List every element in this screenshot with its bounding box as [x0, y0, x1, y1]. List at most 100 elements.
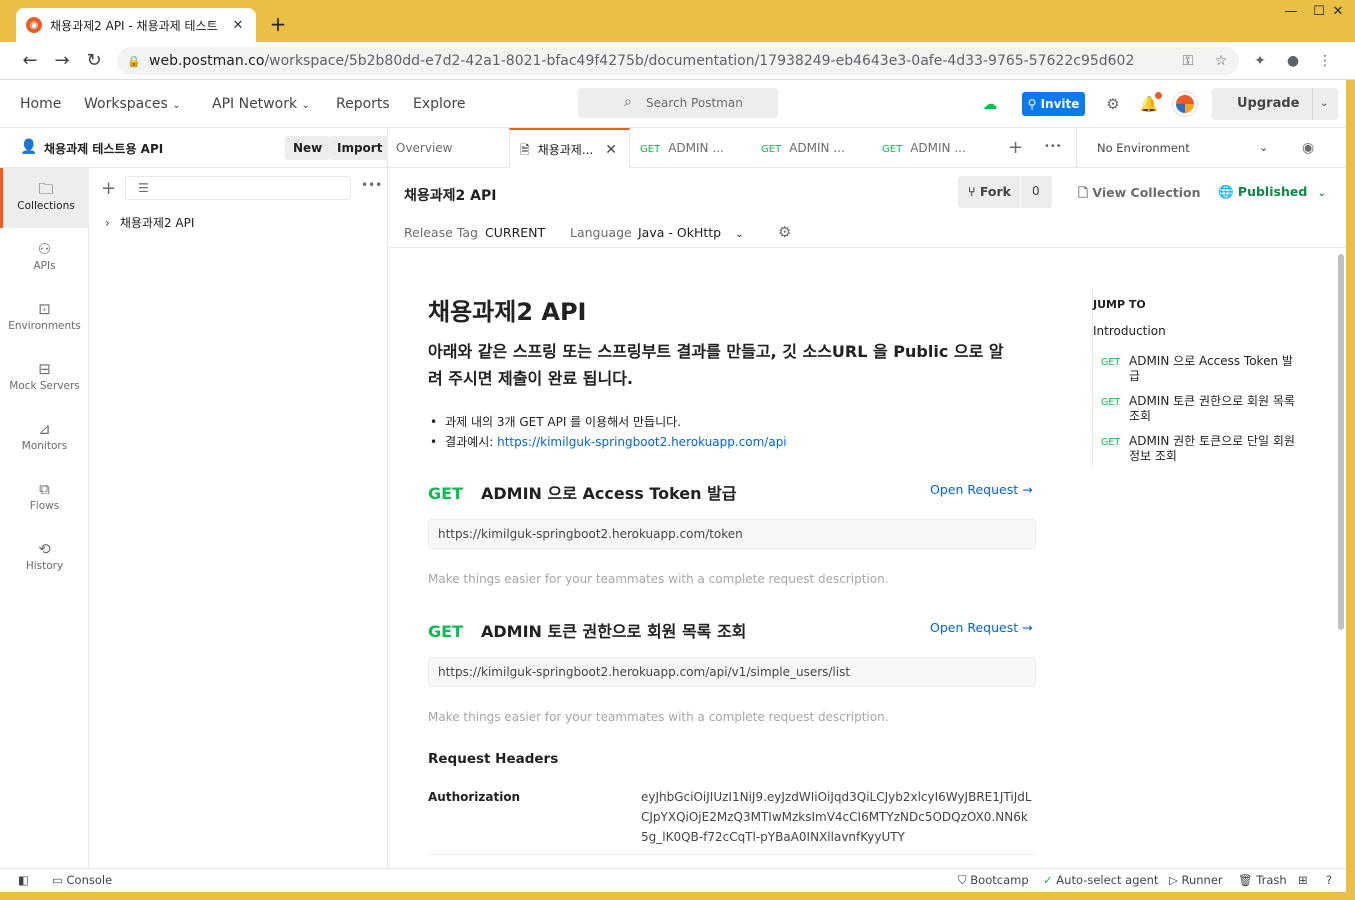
- doc-toolbar: 채용과제2 API ⑂ Fork 0 🗋 View Collection 🌐 P…: [388, 168, 1346, 248]
- add-collection-icon[interactable]: +: [101, 178, 116, 199]
- chevron-right-icon[interactable]: ›: [105, 216, 110, 230]
- nav-home[interactable]: Home: [20, 96, 61, 112]
- fork-count: 0: [1032, 184, 1040, 198]
- sidebar-item-environments[interactable]: ⊡ Environments: [0, 288, 89, 348]
- new-tab-button[interactable]: +: [266, 12, 290, 36]
- sidebar-item-flows[interactable]: ⧉ Flows: [0, 468, 89, 528]
- endpoint-name: ADMIN 으로 Access Token 발급: [480, 484, 737, 503]
- eye-icon[interactable]: ◉: [1302, 128, 1314, 168]
- add-tab-icon[interactable]: +: [1008, 137, 1023, 158]
- open-request-link[interactable]: Open Request →: [930, 620, 1033, 635]
- documentation-content: 채용과제2 API 아래와 같은 스프링 또는 스프링부트 결과를 만들고, 깃…: [388, 248, 1346, 868]
- sidebar-item-history[interactable]: ⟲ History: [0, 528, 89, 588]
- sidebar-item-apis[interactable]: ⚇ APIs: [0, 228, 89, 288]
- collection-name: 채용과제2 API: [119, 216, 195, 230]
- sidebar-item-mock-servers[interactable]: ⊟ Mock Servers: [0, 348, 89, 408]
- collection-item[interactable]: › 채용과제2 API: [105, 214, 194, 231]
- settings-gear-icon[interactable]: ⚙: [778, 223, 791, 241]
- tab-request-2[interactable]: GET ADMIN ...: [753, 128, 873, 168]
- postman-favicon-icon: ◉: [26, 17, 42, 33]
- chevron-down-icon[interactable]: ⌄: [1320, 88, 1328, 120]
- fork-button[interactable]: ⑂ Fork 0: [958, 176, 1052, 208]
- nav-workspaces[interactable]: Workspaces ⌄: [84, 96, 181, 112]
- jump-to-heading: JUMP TO: [1093, 298, 1146, 311]
- url-host: web.postman.co: [149, 53, 265, 69]
- collections-icon: 🗀: [38, 180, 54, 198]
- console-button[interactable]: ▭ Console: [52, 873, 112, 887]
- layout-icon[interactable]: ⊞: [1298, 873, 1308, 887]
- extensions-puzzle-icon[interactable]: ✦: [1250, 52, 1270, 70]
- scrollbar-thumb[interactable]: [1338, 254, 1344, 630]
- browser-tab[interactable]: ◉ 채용과제2 API - 채용과제 테스트 ✕: [16, 8, 256, 42]
- bookmark-star-icon[interactable]: ☆: [1211, 52, 1231, 70]
- request-url[interactable]: https://kimilguk-springboot2.herokuapp.c…: [428, 657, 1036, 687]
- lock-icon: 🔒: [127, 54, 141, 68]
- runner-icon: ▷: [1169, 873, 1182, 887]
- check-circle-icon: ✓: [1043, 873, 1057, 887]
- endpoint-title: GET ADMIN 으로 Access Token 발급: [428, 480, 737, 504]
- open-request-link[interactable]: Open Request →: [930, 482, 1033, 497]
- close-window-button[interactable]: ✕: [1323, 4, 1353, 20]
- nav-reports[interactable]: Reports: [336, 96, 390, 112]
- reload-icon[interactable]: ↻: [83, 50, 105, 72]
- settings-gear-icon[interactable]: ⚙: [1103, 94, 1123, 114]
- agent-select-button[interactable]: ✓ Auto-select agent: [1043, 873, 1158, 887]
- search-input[interactable]: ⌕ Search Postman: [578, 88, 778, 118]
- new-button[interactable]: New: [285, 136, 331, 160]
- more-options-icon[interactable]: •••: [361, 178, 382, 192]
- sync-cloud-icon[interactable]: ☁: [980, 94, 1000, 114]
- jump-item[interactable]: GET ADMIN 토큰 권한으로 회원 목록 조회: [1101, 394, 1301, 424]
- postman-header: Home Workspaces ⌄ API Network ⌄ Reports …: [0, 80, 1355, 128]
- close-tab-icon[interactable]: ✕: [605, 130, 617, 169]
- sidebar-toggle-icon[interactable]: ◧: [18, 873, 29, 887]
- language-select[interactable]: Java - OkHttp ⌄: [638, 225, 743, 240]
- chevron-down-icon: ⌄: [172, 100, 181, 111]
- more-tabs-icon[interactable]: •••: [1044, 141, 1062, 152]
- sidebar-item-monitors[interactable]: ⊿ Monitors: [0, 408, 89, 468]
- back-arrow-icon[interactable]: ←: [19, 50, 41, 72]
- profile-icon[interactable]: ●: [1283, 52, 1303, 70]
- forward-arrow-icon[interactable]: →: [51, 50, 73, 72]
- environment-select[interactable]: No Environment ⌄ ◉: [1076, 128, 1355, 168]
- divider: [1312, 88, 1313, 120]
- tab-request-3[interactable]: GET ADMIN ...: [874, 128, 994, 168]
- chrome-menu-icon[interactable]: ⋮: [1315, 52, 1335, 70]
- nav-explore[interactable]: Explore: [413, 96, 466, 112]
- example-link[interactable]: https://kimilguk-springboot2.herokuapp.c…: [497, 435, 787, 449]
- view-collection-button[interactable]: 🗋 View Collection: [1078, 184, 1201, 205]
- published-dropdown[interactable]: 🌐 Published ⌄: [1218, 184, 1326, 200]
- invite-button[interactable]: ⚲ Invite: [1022, 92, 1085, 116]
- add-user-icon: ⚲: [1027, 97, 1041, 111]
- filter-icon: ☰: [138, 181, 149, 195]
- workspace-name[interactable]: 채용과제 테스트용 API: [44, 140, 163, 157]
- upgrade-button[interactable]: Upgrade ⌄: [1212, 88, 1338, 120]
- tab-request-1[interactable]: GET ADMIN ...: [632, 128, 752, 168]
- endpoint-name: ADMIN 토큰 권한으로 회원 목록 조회: [480, 622, 747, 641]
- key-icon[interactable]: ⚿: [1178, 52, 1198, 70]
- bootcamp-button[interactable]: ⛉ Bootcamp: [958, 873, 1029, 888]
- scrollbar[interactable]: [1337, 248, 1346, 868]
- fork-label: ⑂ Fork: [968, 184, 1011, 199]
- jump-item[interactable]: GET ADMIN 권한 토큰으로 단일 회원 정보 조회: [1101, 434, 1301, 464]
- release-tag-value[interactable]: CURRENT: [485, 225, 545, 240]
- nav-api-network[interactable]: API Network ⌄: [212, 96, 310, 112]
- avatar[interactable]: [1173, 92, 1197, 116]
- close-tab-icon[interactable]: ✕: [230, 18, 246, 33]
- tab-documentation-active[interactable]: 🗎 채용과제... ✕: [509, 128, 630, 169]
- trash-button[interactable]: 🗑 Trash: [1238, 873, 1287, 887]
- address-bar[interactable]: 🔒 web.postman.co/workspace/5b2b80dd-e7d2…: [117, 47, 1239, 75]
- filter-input[interactable]: ☰: [125, 176, 351, 200]
- import-button[interactable]: Import: [329, 136, 391, 160]
- tab-label: ADMIN ...: [668, 141, 724, 155]
- request-url[interactable]: https://kimilguk-springboot2.herokuapp.c…: [428, 519, 1036, 549]
- jump-item[interactable]: GET ADMIN 으로 Access Token 발급: [1101, 354, 1301, 384]
- method-badge: GET: [428, 622, 463, 641]
- tab-overview[interactable]: Overview: [388, 128, 508, 168]
- runner-button[interactable]: ▷ Runner: [1169, 873, 1223, 887]
- help-icon[interactable]: ?: [1326, 873, 1332, 887]
- mock-servers-icon: ⊟: [38, 360, 51, 378]
- minimize-window-button[interactable]: —: [1276, 4, 1306, 20]
- jump-introduction-link[interactable]: Introduction: [1093, 324, 1166, 338]
- jump-item-label: ADMIN 으로 Access Token 발급: [1129, 354, 1293, 383]
- sidebar-item-collections[interactable]: 🗀 Collections: [0, 168, 89, 228]
